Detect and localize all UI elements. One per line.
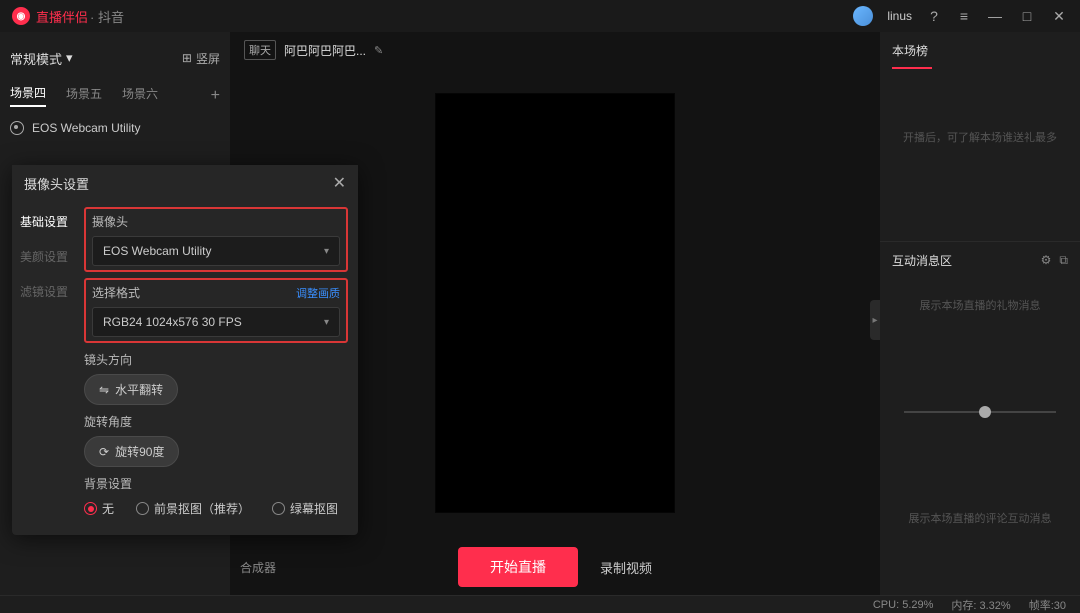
scene-tab-4[interactable]: 场景四	[10, 84, 46, 107]
format-value: RGB24 1024x576 30 FPS	[103, 315, 242, 329]
ranking-hint: 开播后，可了解本场谁送礼最多	[892, 129, 1068, 145]
background-label: 背景设置	[84, 475, 348, 492]
edit-title-icon[interactable]: ✎	[374, 44, 383, 57]
app-subtitle: · 抖音	[90, 7, 124, 26]
rotate-icon: ⟳	[99, 445, 109, 459]
help-icon[interactable]: ?	[926, 8, 942, 24]
bottom-bar: 合成器 开始直播 录制视频	[230, 537, 880, 597]
compositor-label[interactable]: 合成器	[240, 559, 276, 576]
source-name: EOS Webcam Utility	[32, 121, 140, 135]
mirror-label: 镜头方向	[84, 351, 348, 368]
dialog-title: 摄像头设置	[24, 174, 89, 193]
dialog-close-button[interactable]: ✕	[333, 173, 346, 193]
minimize-button[interactable]: —	[986, 8, 1004, 24]
bg-option-none[interactable]: 无	[84, 500, 114, 517]
maximize-button[interactable]: □	[1018, 8, 1036, 24]
tab-beauty[interactable]: 美颜设置	[20, 248, 72, 265]
fps-stat: 帧率:30	[1029, 597, 1066, 613]
interact-title: 互动消息区	[892, 252, 952, 269]
format-label: 选择格式	[92, 284, 140, 301]
orientation-toggle[interactable]: ⊞ 竖屏	[182, 50, 220, 67]
flip-icon: ⇋	[99, 383, 109, 397]
right-panel: 本场榜 开播后，可了解本场谁送礼最多 互动消息区 ⚙ ⧉ 展示本场直播的礼物消息…	[880, 32, 1080, 597]
collapse-handle[interactable]: ▸	[870, 300, 880, 340]
divider-slider[interactable]	[904, 411, 1056, 413]
mode-label: 常规模式	[10, 49, 62, 68]
comment-hint: 展示本场直播的评论互动消息	[904, 510, 1056, 526]
cpu-stat: CPU: 5.29%	[873, 599, 934, 611]
stream-title: 阿巴阿巴阿巴...	[284, 42, 366, 59]
chevron-down-icon: ▾	[324, 246, 329, 257]
rotate-90-button[interactable]: ⟳ 旋转90度	[84, 436, 179, 467]
bg-option-foreground[interactable]: 前景抠图（推荐）	[136, 500, 250, 517]
camera-icon	[10, 121, 24, 135]
source-item[interactable]: EOS Webcam Utility	[10, 121, 220, 135]
popout-icon[interactable]: ⧉	[1059, 253, 1068, 268]
titlebar: ◉ 直播伴侣 · 抖音 linus ? ≡ — □ ✕	[0, 0, 1080, 32]
bg-option-greenscreen[interactable]: 绿幕抠图	[272, 500, 338, 517]
orientation-label: 竖屏	[196, 50, 220, 67]
mem-stat: 内存: 3.32%	[951, 597, 1010, 613]
scene-tabs: 场景四 场景五 场景六 +	[10, 84, 220, 107]
tab-filter[interactable]: 滤镜设置	[20, 283, 72, 300]
tab-basic[interactable]: 基础设置	[20, 213, 72, 230]
user-name: linus	[887, 9, 912, 23]
scene-tab-5[interactable]: 场景五	[66, 85, 102, 106]
record-video-button[interactable]: 录制视频	[600, 558, 652, 577]
orientation-icon: ⊞	[182, 51, 192, 65]
ranking-title: 本场榜	[892, 42, 1068, 59]
menu-icon[interactable]: ≡	[956, 8, 972, 24]
scene-tab-6[interactable]: 场景六	[122, 85, 158, 106]
avatar[interactable]	[853, 6, 873, 26]
adjust-quality-link[interactable]: 调整画质	[296, 285, 340, 301]
flip-horizontal-button[interactable]: ⇋ 水平翻转	[84, 374, 178, 405]
camera-value: EOS Webcam Utility	[103, 244, 211, 258]
stream-tag: 聊天	[244, 40, 276, 60]
chevron-down-icon: ▾	[66, 50, 73, 66]
camera-field-group: 摄像头 EOS Webcam Utility ▾	[84, 207, 348, 272]
gift-hint: 展示本场直播的礼物消息	[904, 297, 1056, 313]
chevron-down-icon: ▾	[324, 317, 329, 328]
camera-label: 摄像头	[92, 213, 128, 230]
app-logo: ◉	[12, 7, 30, 25]
app-title: 直播伴侣	[36, 7, 88, 26]
statusbar: CPU: 5.29% 内存: 3.32% 帧率:30	[0, 595, 1080, 613]
camera-settings-dialog: 摄像头设置 ✕ 基础设置 美颜设置 滤镜设置 摄像头 EOS Webcam Ut…	[12, 165, 358, 535]
mode-dropdown[interactable]: 常规模式 ▾	[10, 49, 73, 68]
format-select[interactable]: RGB24 1024x576 30 FPS ▾	[92, 307, 340, 337]
settings-icon[interactable]: ⚙	[1041, 253, 1052, 268]
close-button[interactable]: ✕	[1050, 8, 1068, 25]
dialog-tabs: 基础设置 美颜设置 滤镜设置	[12, 201, 80, 535]
preview-canvas[interactable]	[435, 93, 675, 513]
camera-select[interactable]: EOS Webcam Utility ▾	[92, 236, 340, 266]
start-stream-button[interactable]: 开始直播	[458, 547, 578, 587]
rotate-label: 旋转角度	[84, 413, 348, 430]
background-radio-group: 无 前景抠图（推荐） 绿幕抠图	[84, 500, 348, 517]
add-scene-button[interactable]: +	[211, 87, 220, 105]
format-field-group: 选择格式 调整画质 RGB24 1024x576 30 FPS ▾	[84, 278, 348, 343]
